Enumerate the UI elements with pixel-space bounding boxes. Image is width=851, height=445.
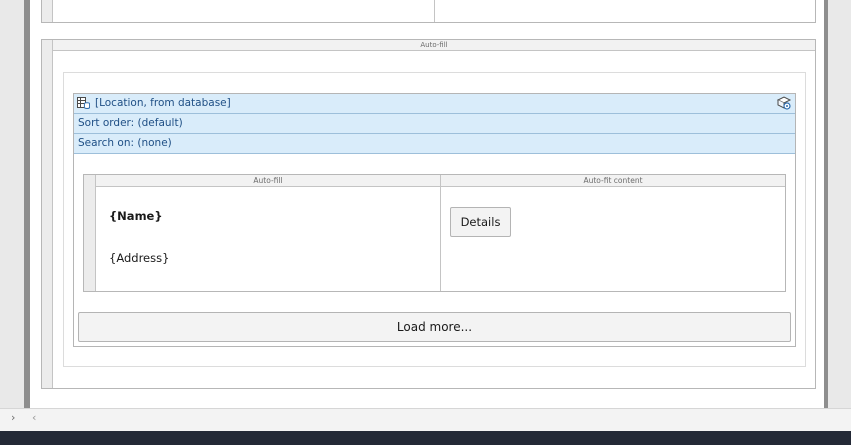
section-header: Auto-fill [53,40,815,51]
address-field[interactable]: {Address} [109,251,169,265]
row-gutter[interactable] [42,0,53,22]
chevron-left-icon[interactable]: ‹ [32,411,36,424]
item-template-table[interactable]: Auto-fill Auto-fit content [83,174,786,292]
frame-right-border [824,0,828,412]
load-more-button[interactable]: Load more... [78,312,791,342]
column-header-autofit[interactable]: Auto-fit content [441,175,785,187]
chevron-right-icon[interactable]: › [11,411,15,424]
column-header-autofill[interactable]: Auto-fill [96,175,441,187]
sort-order-row[interactable]: Sort order: (default) [74,114,795,134]
data-source-label[interactable]: [Location, from database] [95,94,231,113]
name-field[interactable]: {Name} [109,209,163,223]
data-source-row[interactable]: [Location, from database] [74,94,795,114]
data-settings-icon[interactable] [776,96,792,111]
database-table-icon [77,97,90,109]
details-button[interactable]: Details [450,207,511,237]
column-divider [434,0,435,22]
section-gutter[interactable] [42,40,53,388]
status-bar [0,431,851,445]
item-row-gutter[interactable] [84,175,96,291]
previous-table-section[interactable] [41,0,816,23]
navigation-strip [0,408,851,431]
column-divider [440,187,441,291]
search-on-row[interactable]: Search on: (none) [74,134,795,154]
